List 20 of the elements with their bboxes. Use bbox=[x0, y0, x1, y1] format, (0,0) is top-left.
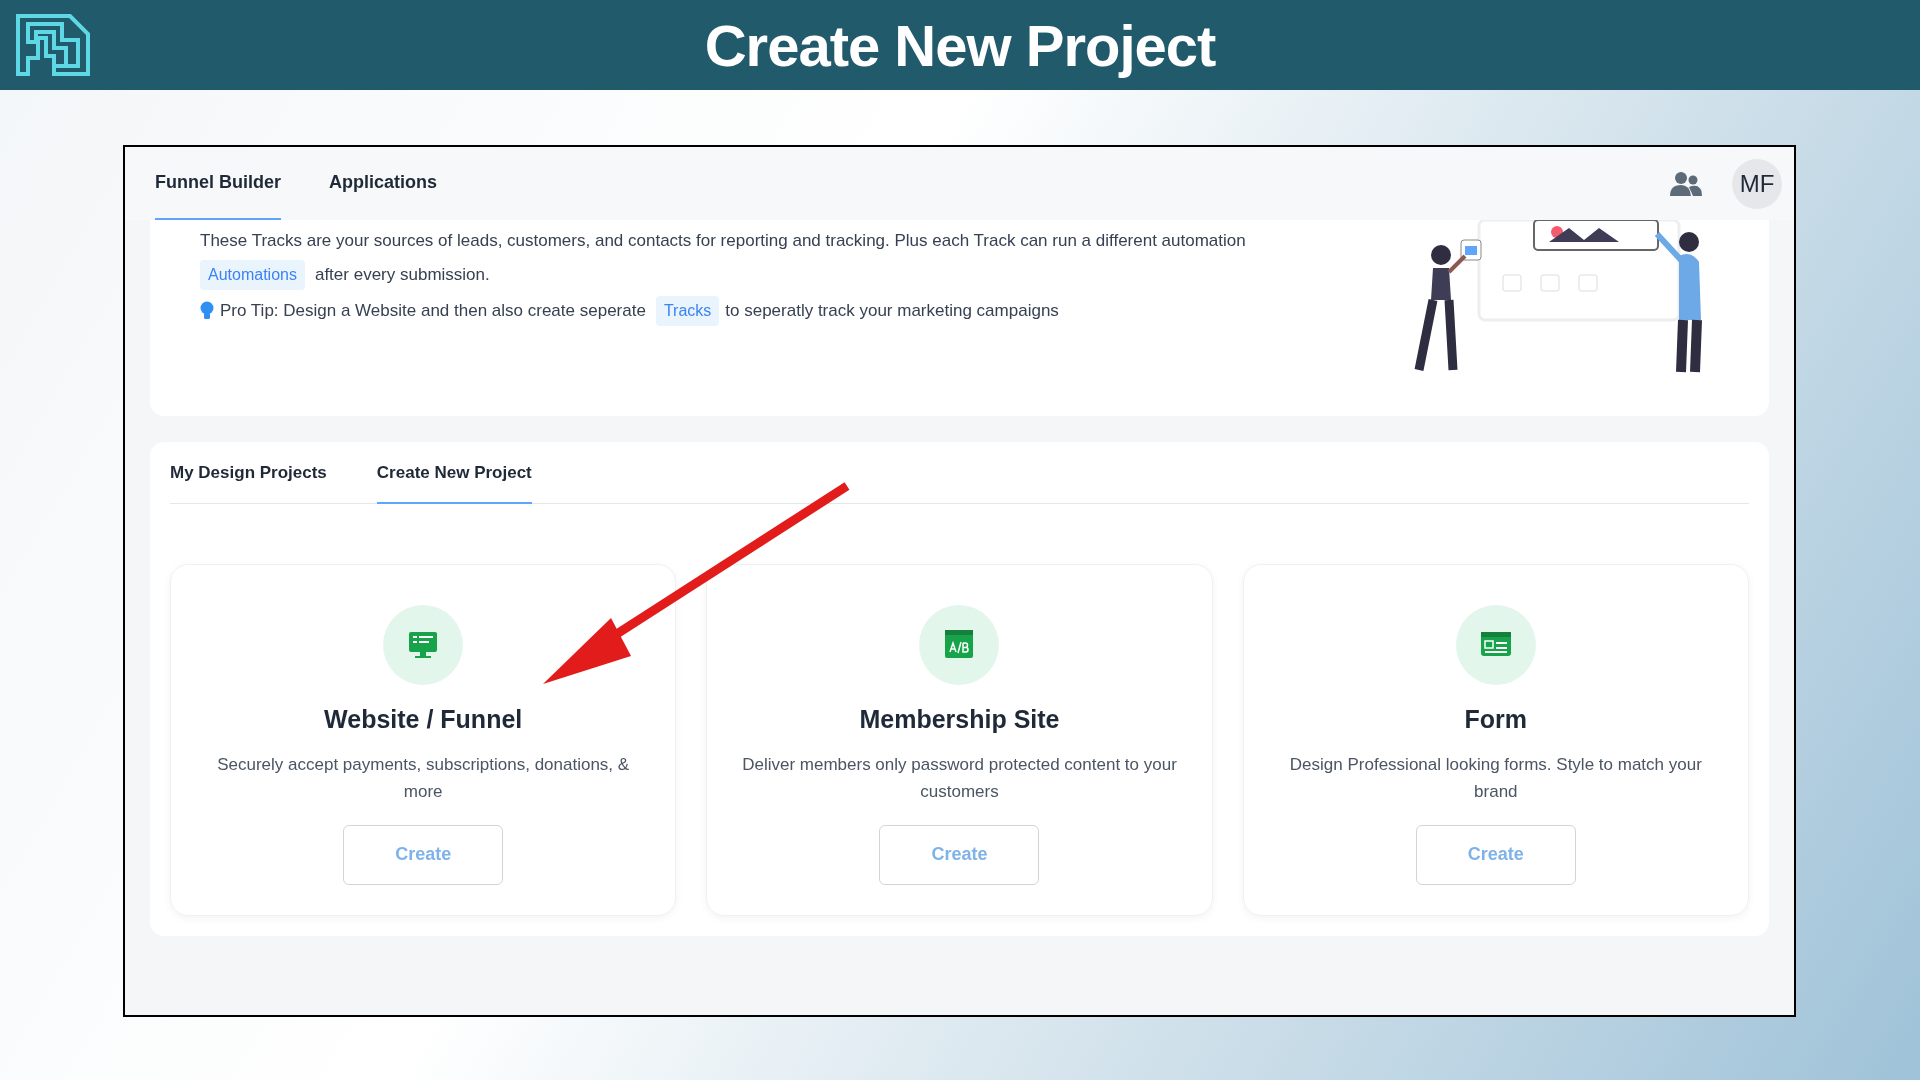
ab-test-icon bbox=[945, 630, 974, 658]
card-description: Securely accept payments, subscriptions, donations, & more bbox=[216, 753, 631, 803]
monitor-icon bbox=[409, 632, 438, 658]
project-tab[interactable]: Create New Project bbox=[376, 443, 532, 504]
nav-tab[interactable]: Applications bbox=[329, 147, 437, 220]
intro-text: These Tracks are your sources of leads, customers, and contacts for reporting and tracking. Plus each Track can run a different automation bbox=[200, 230, 1247, 252]
users-icon bbox=[1670, 169, 1702, 198]
project-tab[interactable]: My Design Projects bbox=[170, 443, 327, 504]
lightbulb-icon bbox=[200, 300, 214, 321]
card-title: Website / Funnel bbox=[324, 704, 523, 735]
banner-title: Create New Project bbox=[704, 11, 1216, 80]
card-description: Design Professional looking forms. Style to match your brand bbox=[1288, 753, 1703, 803]
card-title: Membership Site bbox=[859, 704, 1060, 735]
user-avatar[interactable]: MF bbox=[1732, 158, 1782, 209]
intro-text: after every submission. bbox=[314, 263, 490, 286]
tip-text: to seperatly track your marketing campaigns bbox=[725, 299, 1059, 322]
tip-text: Pro Tip: Design a Website and then also create seperate bbox=[220, 299, 646, 322]
card-description: Deliver members only password protected content to your customers bbox=[741, 753, 1178, 803]
form-icon bbox=[1480, 632, 1511, 656]
card-title: Form bbox=[1464, 704, 1528, 735]
